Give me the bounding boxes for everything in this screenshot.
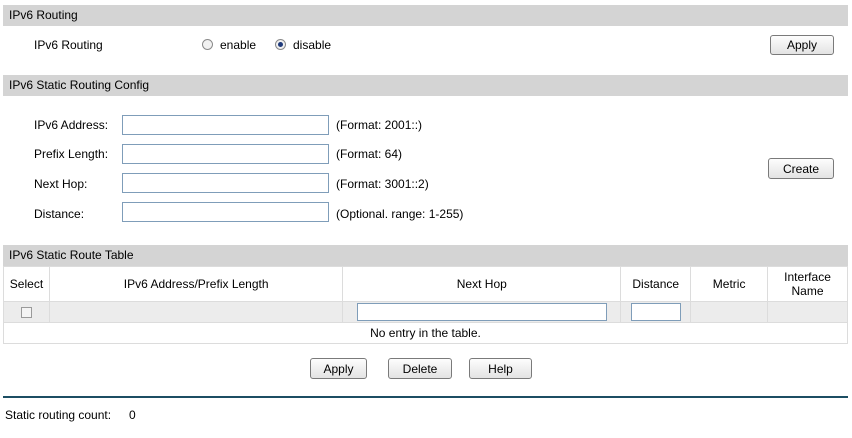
distance-label: Distance:	[34, 207, 85, 221]
routing-apply-button[interactable]: Apply	[770, 35, 834, 55]
footer-divider	[3, 396, 848, 398]
column-header-distance: Distance	[620, 266, 692, 302]
empty-table-message: No entry in the table.	[3, 322, 848, 344]
prefix-length-format-hint: (Format: 64)	[336, 147, 403, 161]
table-header-row: Select IPv6 Address/Prefix Length Next H…	[3, 266, 848, 302]
create-button[interactable]: Create	[768, 158, 834, 179]
static-routing-config-section-header: IPv6 Static Routing Config	[3, 75, 848, 96]
static-routing-count-label: Static routing count:	[5, 408, 112, 422]
next-hop-filter-cell	[342, 301, 622, 323]
disable-radio-label: disable	[293, 38, 332, 52]
table-apply-button[interactable]: Apply	[310, 358, 367, 379]
static-routing-count-value: 0	[129, 408, 136, 422]
ipv6-address-format-hint: (Format: 2001::)	[336, 118, 423, 132]
ipv6-address-label: IPv6 Address:	[34, 118, 109, 132]
column-header-metric: Metric	[690, 266, 769, 302]
help-button[interactable]: Help	[469, 358, 532, 379]
ipv6-routing-label: IPv6 Routing	[34, 38, 103, 52]
next-hop-filter-input[interactable]	[356, 303, 607, 321]
ipv6-address-input[interactable]	[122, 115, 329, 135]
column-header-select: Select	[3, 266, 50, 302]
table-empty-row: No entry in the table.	[3, 322, 848, 344]
ipv6-routing-section-header: IPv6 Routing	[3, 5, 848, 26]
distance-format-hint: (Optional. range: 1-255)	[336, 207, 464, 221]
enable-radio[interactable]	[202, 39, 213, 50]
select-all-checkbox[interactable]	[20, 307, 32, 319]
static-route-table-section-title: IPv6 Static Route Table	[9, 248, 134, 262]
column-header-ipv6-address-prefix: IPv6 Address/Prefix Length	[48, 266, 344, 302]
next-hop-input[interactable]	[122, 173, 329, 193]
column-header-next-hop: Next Hop	[342, 266, 622, 302]
static-route-table-section-header: IPv6 Static Route Table	[3, 245, 848, 266]
distance-filter-input[interactable]	[630, 303, 681, 321]
ipv6-routing-section-title: IPv6 Routing	[9, 8, 78, 22]
ipv6-address-filter-cell	[48, 301, 344, 323]
next-hop-format-hint: (Format: 3001::2)	[336, 177, 429, 191]
disable-radio[interactable]	[275, 39, 286, 50]
table-filter-row	[3, 301, 848, 323]
static-routing-config-section-title: IPv6 Static Routing Config	[9, 78, 150, 92]
prefix-length-label: Prefix Length:	[34, 147, 109, 161]
column-header-interface-name: Interface Name	[767, 266, 848, 302]
enable-radio-label: enable	[220, 38, 257, 52]
metric-filter-cell	[690, 301, 769, 323]
select-all-cell	[3, 301, 50, 323]
prefix-length-input[interactable]	[122, 144, 329, 164]
static-route-table: Select IPv6 Address/Prefix Length Next H…	[3, 266, 848, 344]
interface-name-filter-cell	[767, 301, 848, 323]
distance-filter-cell	[620, 301, 692, 323]
next-hop-label: Next Hop:	[34, 177, 88, 191]
delete-button[interactable]: Delete	[388, 358, 452, 379]
distance-input[interactable]	[122, 202, 329, 222]
